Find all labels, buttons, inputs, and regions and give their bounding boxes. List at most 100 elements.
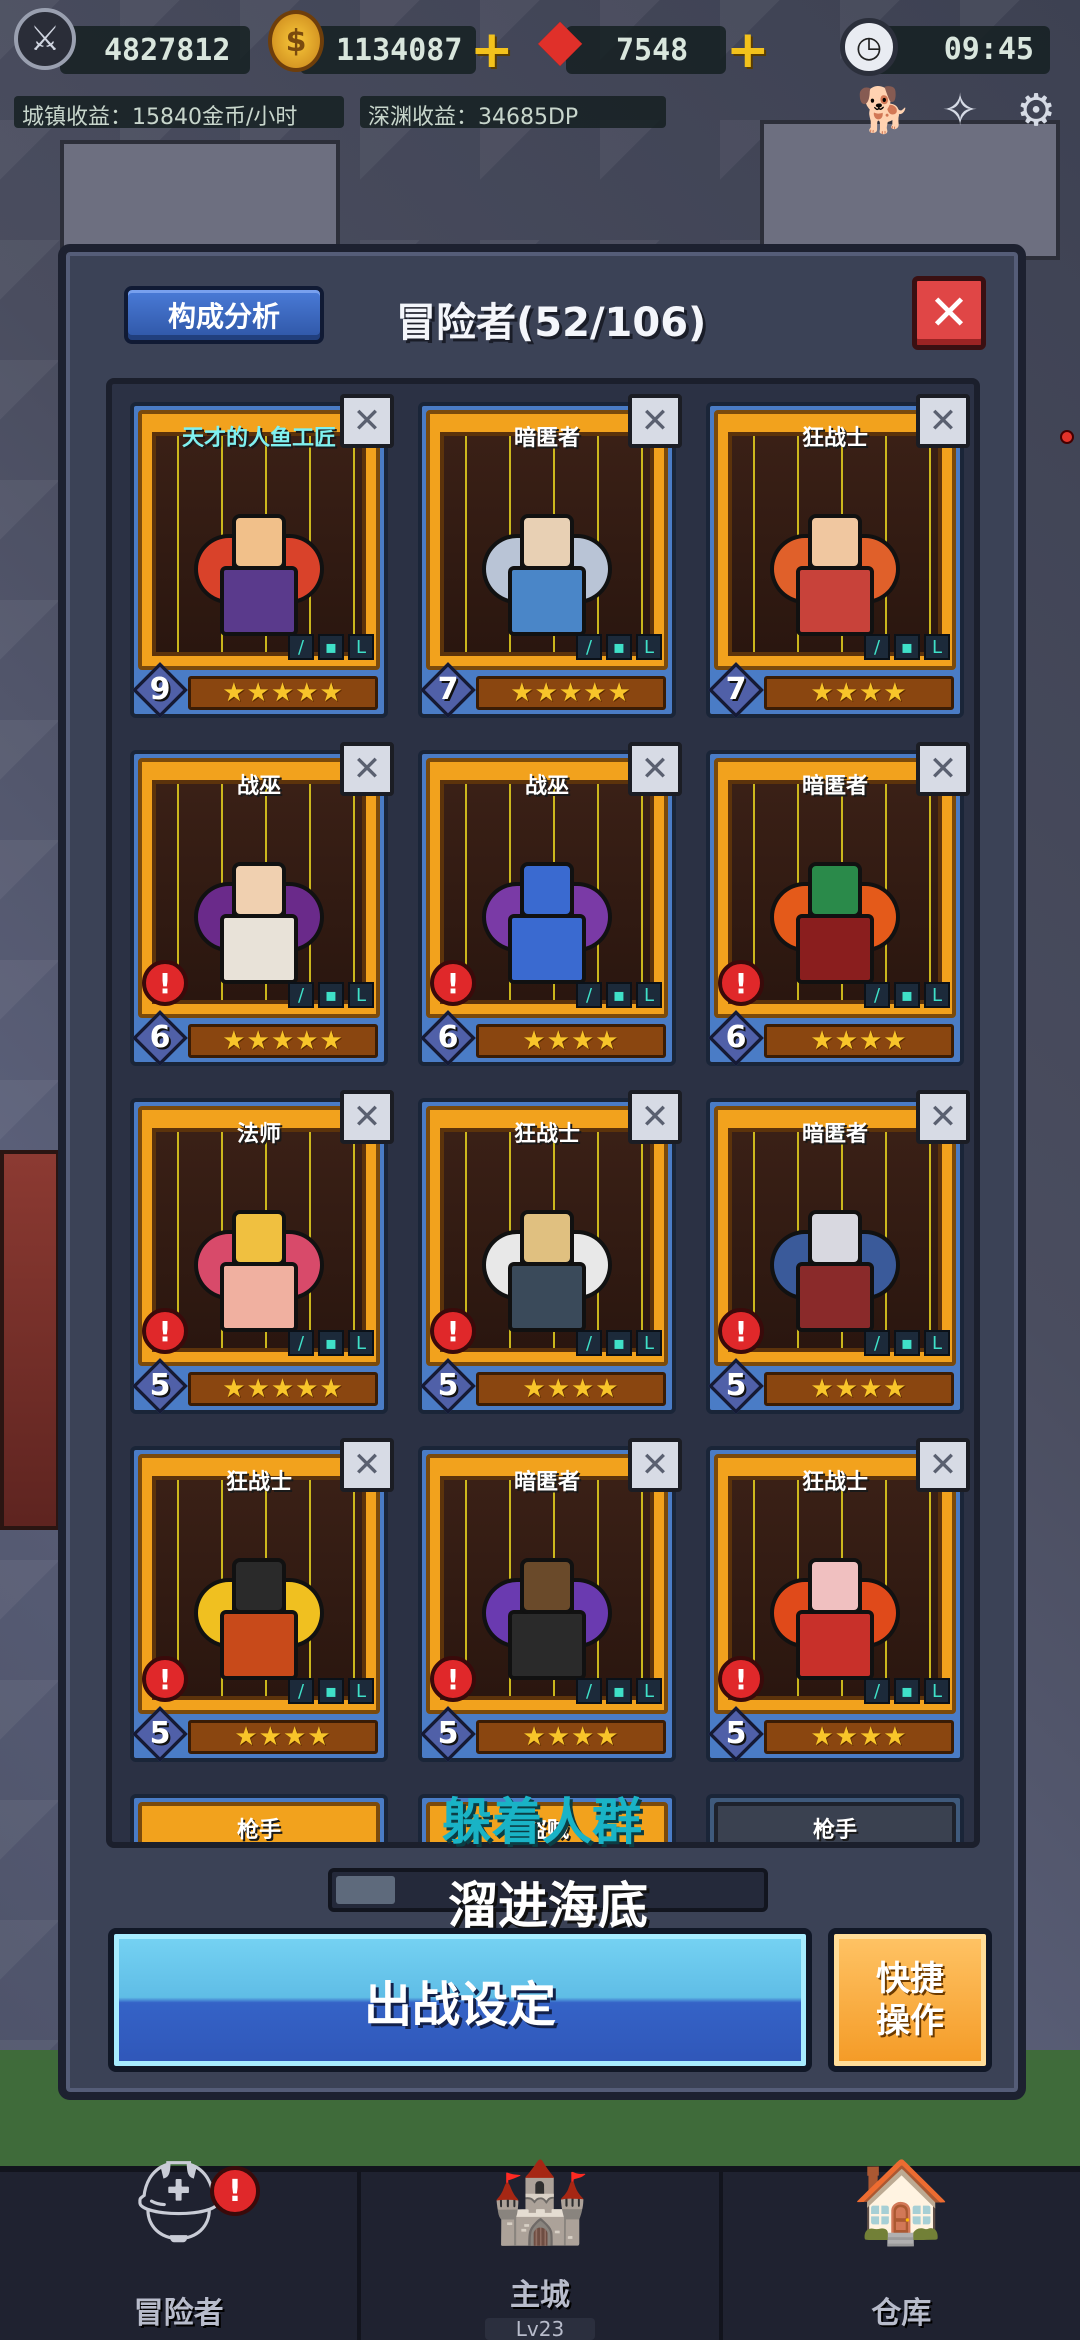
- close-button[interactable]: ✕: [912, 276, 986, 350]
- armor-slot-icon: ▪: [894, 1678, 920, 1704]
- composition-analysis-button[interactable]: 构成分析: [124, 286, 324, 344]
- hero-sprite: [482, 852, 612, 1002]
- armor-slot-icon: ▪: [606, 634, 632, 660]
- boots-slot-icon: L: [636, 1678, 662, 1704]
- crossed-swords-icon[interactable]: ✕: [340, 1438, 394, 1492]
- level-number: 6: [437, 1020, 459, 1055]
- gem-counter: 7548: [566, 26, 726, 74]
- add-gem-button[interactable]: +: [726, 24, 770, 76]
- hero-head: [520, 514, 574, 570]
- sword-icon: ⚔: [14, 8, 76, 70]
- adventurer-card[interactable]: 暗匿者 ✕ / ▪ L 7 ★★★★★: [418, 394, 682, 718]
- nav-main-city[interactable]: 🏰 主城 Lv23: [361, 2155, 723, 2340]
- star-rating: ★★★★★: [476, 676, 666, 710]
- weapon-slot-icon: /: [288, 1678, 314, 1704]
- weapon-slot-icon: /: [576, 1330, 602, 1356]
- hero-body: [796, 914, 874, 984]
- hero-sprite: [482, 1548, 612, 1698]
- crossed-swords-icon[interactable]: ✕: [628, 742, 682, 796]
- equipment-slots: / ▪ L: [288, 982, 374, 1008]
- town-income: 城镇收益：15840金币/小时: [14, 96, 344, 130]
- hero-head: [808, 514, 862, 570]
- armor-slot-icon: ▪: [318, 1678, 344, 1704]
- boots-slot-icon: L: [348, 1330, 374, 1356]
- star-rating: ★★★★★: [188, 1372, 378, 1406]
- hero-head: [232, 1210, 286, 1266]
- dog-mail-icon[interactable]: 🐕: [852, 78, 916, 142]
- hero-head: [520, 1558, 574, 1614]
- adventurer-card-partial[interactable]: 枪手: [130, 1794, 388, 1843]
- nav-warehouse[interactable]: 🏠 仓库: [723, 2155, 1080, 2340]
- card-inner: 枪手: [714, 1802, 956, 1842]
- alert-icon: !: [142, 1656, 188, 1702]
- settings-gear-icon[interactable]: ⚙: [1004, 78, 1068, 142]
- alert-icon: !: [430, 1656, 476, 1702]
- boots-slot-icon: L: [348, 982, 374, 1008]
- adventurer-card-partial[interactable]: 盗贼: [418, 1794, 676, 1842]
- hero-head: [520, 862, 574, 918]
- power-value: 4827812: [104, 32, 231, 68]
- nav-main-city-label: 主城: [509, 2278, 570, 2313]
- alert-icon: !: [718, 1308, 764, 1354]
- adventurer-card-partial[interactable]: 枪手: [706, 1794, 964, 1842]
- weapon-slot-icon: /: [288, 1330, 314, 1356]
- weapon-slot-icon: /: [864, 1678, 890, 1704]
- hero-head: [232, 514, 286, 570]
- adventurer-card[interactable]: 天才的人鱼工匠 ✕ / ▪ L 9 ★★★★★: [130, 394, 394, 718]
- deploy-settings-button[interactable]: 出战设定: [108, 1928, 812, 2072]
- crossed-swords-icon[interactable]: ✕: [628, 1090, 682, 1144]
- alert-icon: !: [718, 960, 764, 1006]
- alert-icon: !: [718, 1656, 764, 1702]
- compass-icon[interactable]: ✧: [928, 78, 992, 142]
- adventurer-card[interactable]: 狂战士 ✕ / ▪ L ! 5 ★★★★: [706, 1438, 970, 1762]
- adventurer-card[interactable]: 暗匿者 ✕ / ▪ L ! 5 ★★★★: [418, 1438, 682, 1762]
- adventurer-grid-frame[interactable]: 天才的人鱼工匠 ✕ / ▪ L 9 ★★★★★ 暗匿者 ✕ / ▪ L 7 ★★…: [106, 378, 980, 1848]
- background-tower: [0, 1150, 60, 1530]
- adventurer-card[interactable]: 暗匿者 ✕ / ▪ L ! 6 ★★★★: [706, 742, 970, 1066]
- adventurer-card[interactable]: 法师 ✕ / ▪ L ! 5 ★★★★★: [130, 1090, 394, 1414]
- crossed-swords-icon[interactable]: ✕: [916, 1438, 970, 1492]
- hero-sprite: [770, 504, 900, 654]
- weapon-slot-icon: /: [288, 634, 314, 660]
- weapon-slot-icon: /: [576, 634, 602, 660]
- card-class-name: 枪手: [236, 1818, 281, 1843]
- crossed-swords-icon[interactable]: ✕: [628, 1438, 682, 1492]
- crossed-swords-icon[interactable]: ✕: [340, 1090, 394, 1144]
- crossed-swords-icon[interactable]: ✕: [916, 394, 970, 448]
- level-number: 7: [725, 672, 747, 707]
- equipment-slots: / ▪ L: [576, 982, 662, 1008]
- adventurer-card[interactable]: 狂战士 ✕ / ▪ L 7 ★★★★: [706, 394, 970, 718]
- hero-body: [220, 1610, 298, 1680]
- level-number: 5: [437, 1716, 459, 1751]
- adventurer-card[interactable]: 狂战士 ✕ / ▪ L ! 5 ★★★★: [130, 1438, 394, 1762]
- boots-slot-icon: L: [924, 1678, 950, 1704]
- star-rating: ★★★★: [188, 1720, 378, 1754]
- crossed-swords-icon[interactable]: ✕: [916, 1090, 970, 1144]
- hero-sprite: [770, 852, 900, 1002]
- boots-slot-icon: L: [636, 982, 662, 1008]
- crossed-swords-icon[interactable]: ✕: [628, 394, 682, 448]
- nav-adventurer[interactable]: ⛑ ! 冒险者: [0, 2155, 362, 2340]
- weapon-slot-icon: /: [576, 982, 602, 1008]
- crossed-swords-icon[interactable]: ✕: [340, 394, 394, 448]
- equipment-slots: / ▪ L: [864, 982, 950, 1008]
- quick-action-button[interactable]: 快捷 操作: [828, 1928, 992, 2072]
- card-portrait: [152, 432, 366, 656]
- adventurer-card[interactable]: 暗匿者 ✕ / ▪ L ! 5 ★★★★: [706, 1090, 970, 1414]
- level-number: 6: [149, 1020, 171, 1055]
- star-rating: ★★★★: [764, 1024, 954, 1058]
- coin-icon: $: [268, 10, 324, 72]
- weapon-slot-icon: /: [864, 982, 890, 1008]
- boots-slot-icon: L: [924, 982, 950, 1008]
- crossed-swords-icon[interactable]: ✕: [340, 742, 394, 796]
- adventurer-card[interactable]: 战巫 ✕ / ▪ L ! 6 ★★★★★: [130, 742, 394, 1066]
- power-counter: 4827812: [60, 26, 250, 74]
- equipment-slots: / ▪ L: [864, 634, 950, 660]
- star-rating: ★★★★: [476, 1720, 666, 1754]
- card-inner: 狂战士: [714, 410, 956, 670]
- adventurer-card[interactable]: 狂战士 ✕ / ▪ L ! 5 ★★★★: [418, 1090, 682, 1414]
- crossed-swords-icon[interactable]: ✕: [916, 742, 970, 796]
- star-rating: ★★★★: [764, 676, 954, 710]
- add-gold-button[interactable]: +: [470, 24, 514, 76]
- adventurer-card[interactable]: 战巫 ✕ / ▪ L ! 6 ★★★★: [418, 742, 682, 1066]
